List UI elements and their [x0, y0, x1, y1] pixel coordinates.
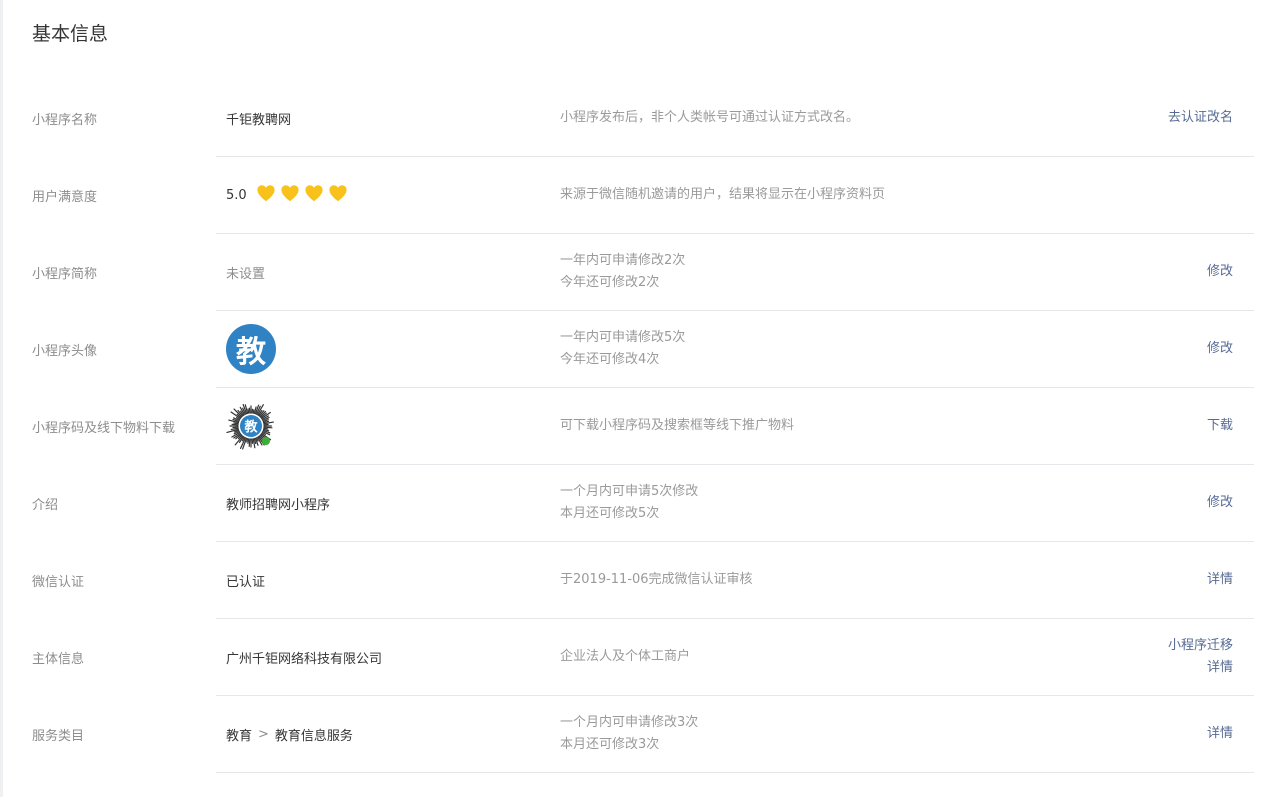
- row-label: 用户满意度: [32, 189, 98, 205]
- row-description: 小程序发布后，非个人类帐号可通过认证方式改名。: [560, 80, 859, 156]
- row-rating: 用户满意度 5.0 来源于微信随机邀请的用户，结果将显示在小程序资料页: [0, 157, 1279, 234]
- row-label: 小程序头像: [32, 343, 98, 359]
- row-description: 一年内可申请修改5次 今年还可修改4次: [560, 311, 685, 387]
- avatar: 教: [226, 324, 276, 374]
- desc-line: 一年内可申请修改5次: [560, 330, 686, 345]
- row-label: 小程序名称: [32, 112, 98, 128]
- qrcode-ray: [248, 438, 251, 447]
- qrcode-ray: [263, 426, 273, 429]
- rating-score: 5.0: [226, 187, 247, 203]
- wechat-badge-icon: [262, 437, 270, 445]
- mini-program-name: 千钜教聘网: [226, 112, 292, 128]
- intro-value: 教师招聘网小程序: [226, 497, 331, 513]
- verify-rename-link[interactable]: 去认证改名: [1168, 107, 1233, 129]
- row-description: 一年内可申请修改2次 今年还可修改2次: [560, 234, 685, 310]
- qrcode-center-char: 教: [243, 419, 258, 435]
- row-category: 服务类目 教育 > 教育信息服务 一个月内可申请修改3次 本月还可修改3次 详情: [0, 696, 1279, 773]
- qrcode-ray: [263, 427, 269, 430]
- qrcode-ray: [247, 438, 250, 444]
- desc-text: 小程序发布后，非个人类帐号可通过认证方式改名。: [560, 110, 860, 125]
- qrcode-ray: [252, 409, 255, 414]
- category-detail-link[interactable]: 详情: [1207, 723, 1233, 745]
- row-entity: 主体信息 广州千钜网络科技有限公司 企业法人及个体工商户 小程序迁移 详情: [0, 619, 1279, 696]
- section-title: 基本信息: [32, 23, 109, 45]
- edit-intro-link[interactable]: 修改: [1207, 492, 1233, 514]
- heart-shape: [281, 185, 299, 202]
- avatar-value: 教: [226, 311, 276, 387]
- qrcode-ray: [247, 408, 250, 414]
- verify-detail-link[interactable]: 详情: [1207, 569, 1233, 591]
- row-label: 小程序简称: [32, 266, 98, 282]
- breadcrumb-separator: >: [258, 726, 269, 742]
- qrcode-image: 教: [226, 403, 274, 450]
- row-actions: 去认证改名: [1168, 80, 1233, 156]
- row-actions: 小程序迁移 详情: [1168, 619, 1233, 695]
- verify-status: 已认证: [226, 574, 266, 590]
- row-description: 企业法人及个体工商户: [560, 619, 690, 695]
- desc-text: 于2019-11-06完成微信认证审核: [560, 572, 753, 587]
- migrate-link[interactable]: 小程序迁移: [1168, 635, 1233, 657]
- row-description: 于2019-11-06完成微信认证审核: [560, 542, 753, 618]
- heart-icon: [329, 185, 347, 202]
- desc-line: 本月还可修改5次: [560, 506, 660, 521]
- desc-line: 今年还可修改4次: [560, 352, 660, 367]
- row-actions: 详情: [1207, 542, 1233, 618]
- row-actions: 修改: [1207, 311, 1233, 387]
- row-verify: 微信认证 已认证 于2019-11-06完成微信认证审核 详情: [0, 542, 1279, 619]
- row-label: 微信认证: [32, 574, 85, 590]
- category-breadcrumb: 教育 > 教育信息服务: [226, 696, 353, 772]
- row-name: 小程序名称 千钜教聘网 小程序发布后，非个人类帐号可通过认证方式改名。 去认证改…: [0, 80, 1279, 157]
- heart-shape: [257, 185, 275, 202]
- edit-short-name-link[interactable]: 修改: [1207, 261, 1233, 283]
- info-table: 小程序名称 千钜教聘网 小程序发布后，非个人类帐号可通过认证方式改名。 去认证改…: [0, 80, 1279, 773]
- row-actions: 详情: [1207, 696, 1233, 772]
- row-description: 一个月内可申请修改3次 本月还可修改3次: [560, 696, 698, 772]
- row-avatar: 小程序头像 教 一年内可申请修改5次 今年还可修改4次 修改: [0, 311, 1279, 388]
- qrcode-ray: [233, 422, 239, 425]
- entity-detail-link[interactable]: 详情: [1207, 657, 1233, 679]
- row-actions: 修改: [1207, 465, 1233, 541]
- category-parent: 教育: [226, 728, 253, 744]
- qrcode-ray: [231, 423, 239, 426]
- row-actions: 修改: [1207, 234, 1233, 310]
- rating-hearts: [256, 184, 352, 206]
- row-intro: 介绍 教师招聘网小程序 一个月内可申请5次修改 本月还可修改5次 修改: [0, 465, 1279, 542]
- desc-line: 一年内可申请修改2次: [560, 253, 686, 268]
- row-label: 介绍: [32, 497, 59, 513]
- desc-text: 企业法人及个体工商户: [560, 649, 691, 664]
- desc-line: 一个月内可申请5次修改: [560, 484, 699, 499]
- desc-line: 一个月内可申请修改3次: [560, 715, 699, 730]
- desc-text: 来源于微信随机邀请的用户，结果将显示在小程序资料页: [560, 187, 886, 202]
- heart-shape: [329, 185, 347, 202]
- row-label: 主体信息: [32, 651, 85, 667]
- row-description: 可下载小程序码及搜索框等线下推广物料: [560, 388, 794, 464]
- row-label: 服务类目: [32, 728, 85, 744]
- heart-shape: [305, 185, 323, 202]
- category-child: 教育信息服务: [274, 728, 353, 744]
- qrcode-value: 教: [226, 388, 276, 464]
- row-description: 一个月内可申请5次修改 本月还可修改5次: [560, 465, 698, 541]
- row-actions: 下载: [1207, 388, 1233, 464]
- desc-text: 可下载小程序码及搜索框等线下推广物料: [560, 418, 795, 433]
- short-name-value: 未设置: [226, 266, 266, 282]
- heart-icon: [305, 185, 323, 202]
- row-qrcode: 小程序码及线下物料下载 教 可下载小程序码及搜索框等线下推广物料 下载: [0, 388, 1279, 465]
- download-qrcode-link[interactable]: 下载: [1207, 415, 1233, 437]
- desc-line: 本月还可修改3次: [560, 737, 660, 752]
- heart-icon: [257, 185, 275, 202]
- row-label: 小程序码及线下物料下载: [32, 420, 176, 436]
- heart-icon: [281, 185, 299, 202]
- rating-value: 5.0: [226, 157, 352, 233]
- entity-name: 广州千钜网络科技有限公司: [226, 651, 383, 667]
- edit-avatar-link[interactable]: 修改: [1207, 338, 1233, 360]
- desc-line: 今年还可修改2次: [560, 275, 660, 290]
- row-description: 来源于微信随机邀请的用户，结果将显示在小程序资料页: [560, 157, 885, 233]
- row-short-name: 小程序简称 未设置 一年内可申请修改2次 今年还可修改2次 修改: [0, 234, 1279, 311]
